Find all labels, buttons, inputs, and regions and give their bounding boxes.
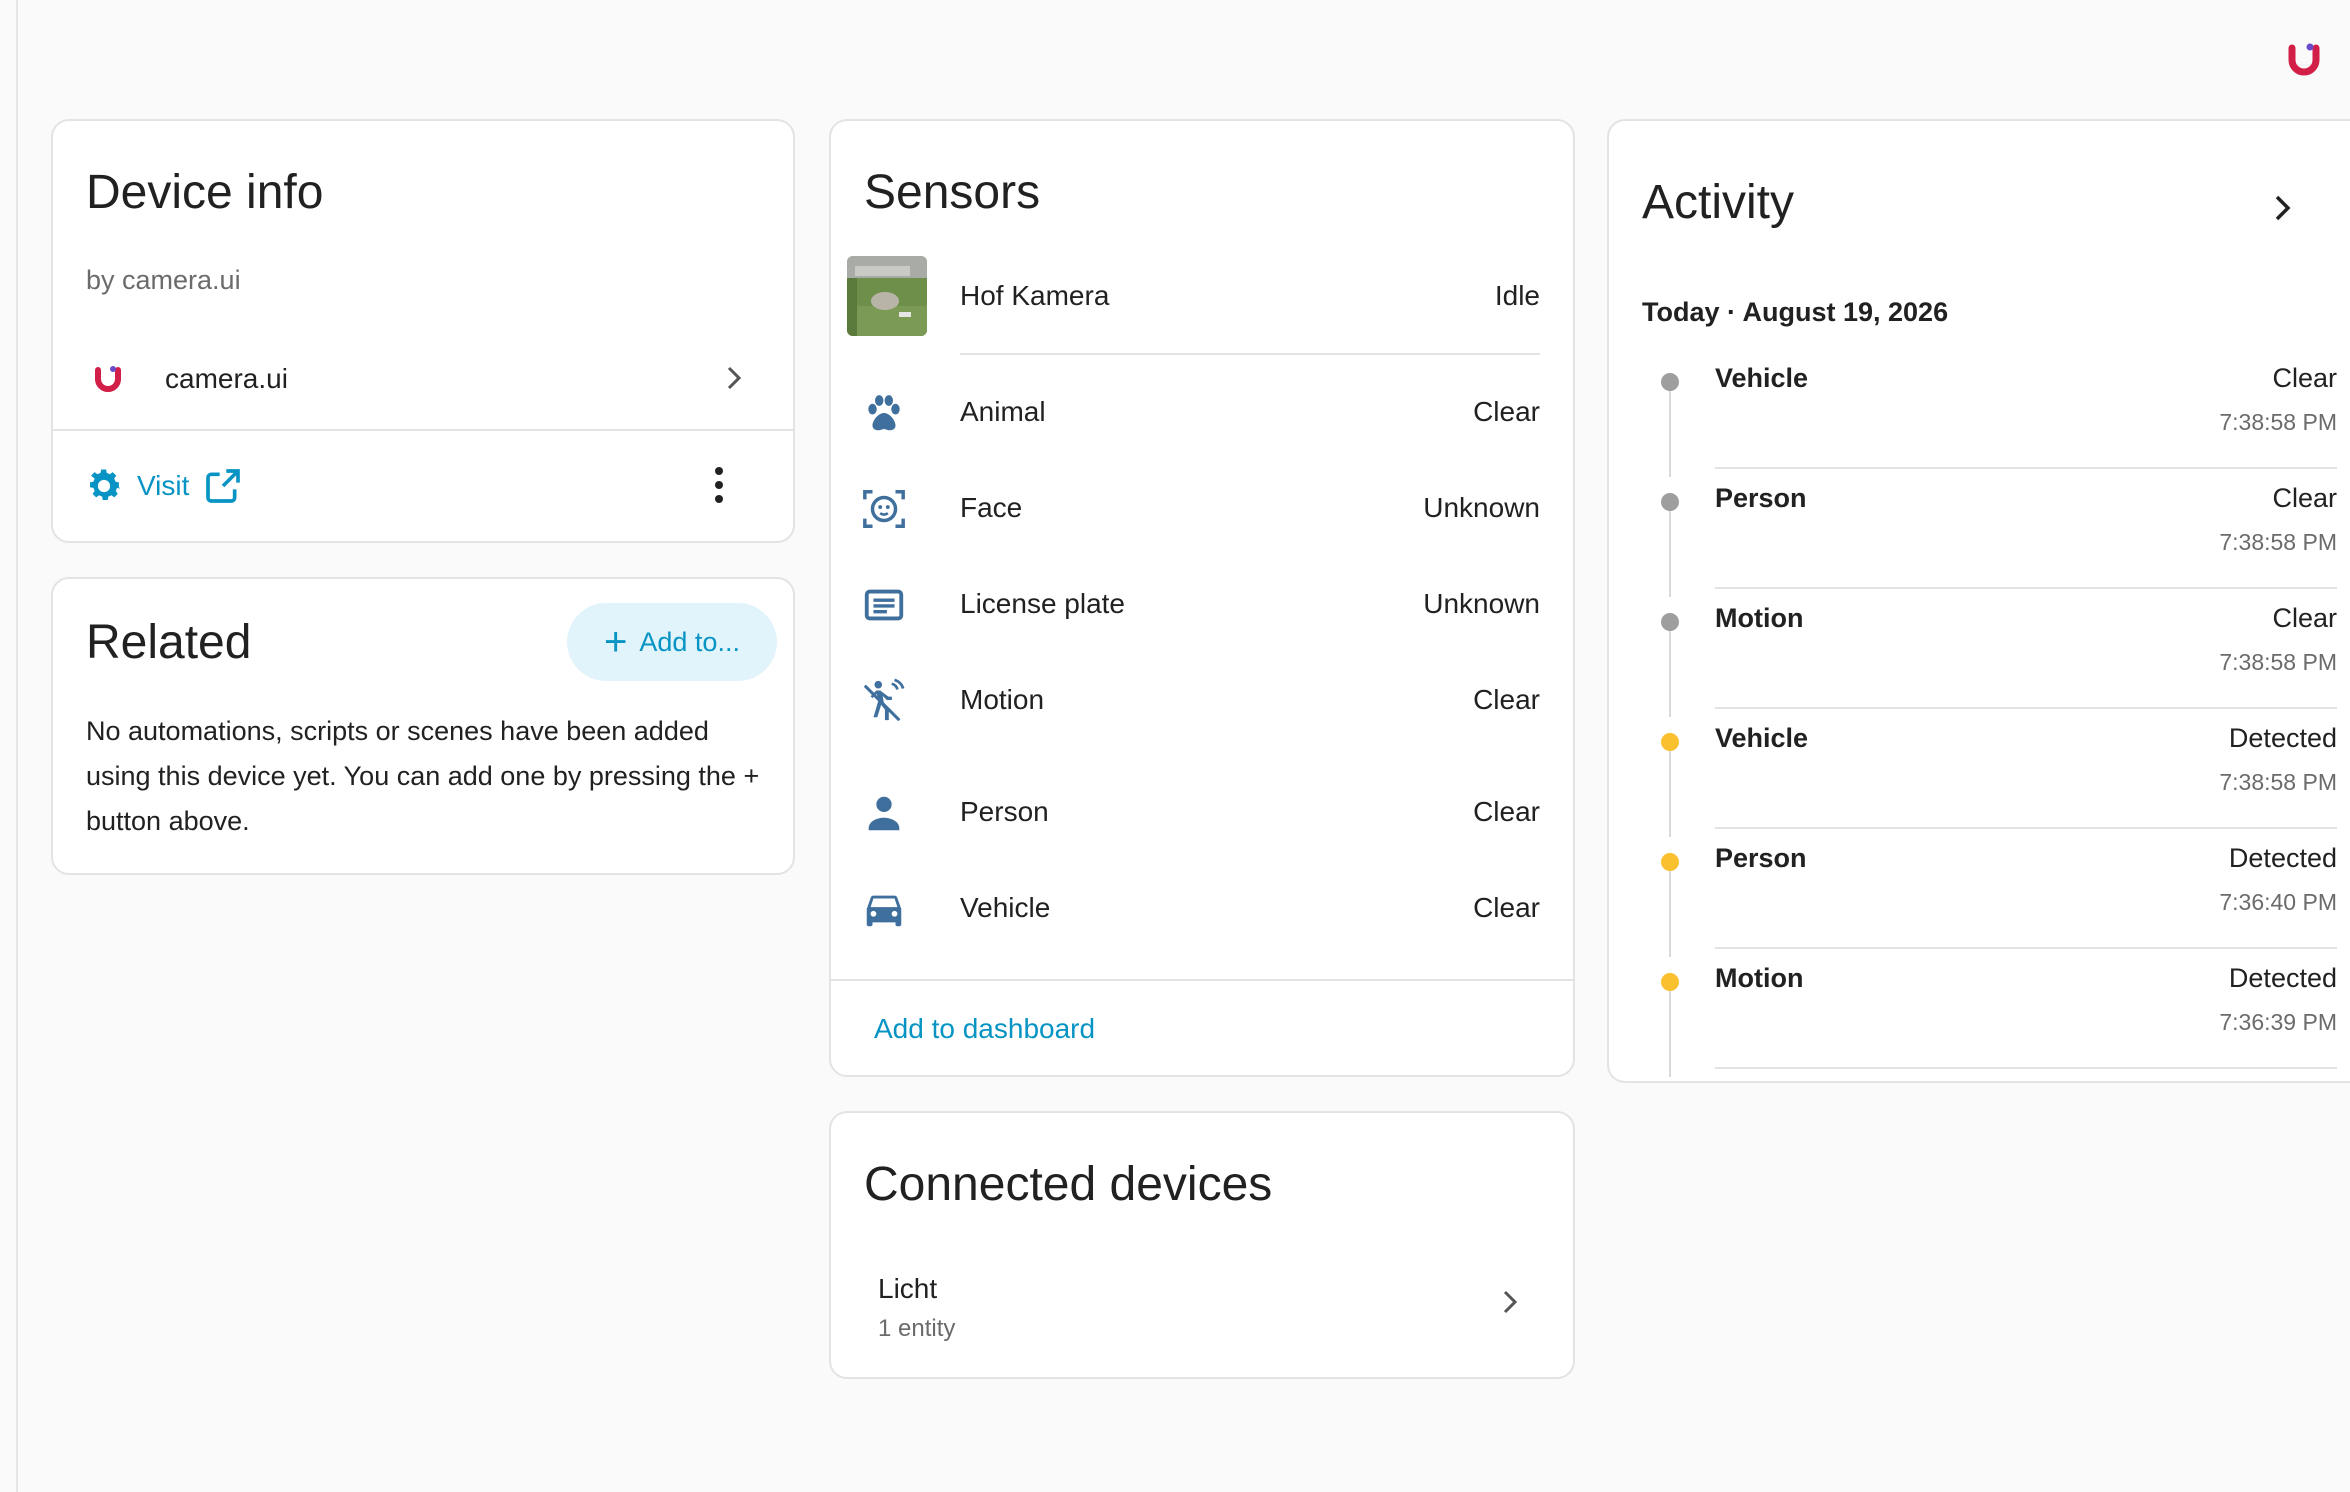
camera-thumbnail	[847, 256, 927, 336]
sensor-state: Idle	[1494, 280, 1540, 311]
event-divider	[1715, 707, 2337, 709]
add-to-button[interactable]: + Add to...	[567, 603, 777, 681]
card-divider	[53, 429, 793, 431]
sensor-name: Hof Kamera	[960, 280, 1110, 311]
event-time: 7:38:58 PM	[2219, 769, 2337, 795]
card-divider	[831, 979, 1573, 981]
sensors-title: Sensors	[864, 166, 1041, 219]
card-text-icon	[864, 589, 904, 621]
event-state: Detected	[2228, 723, 2337, 753]
activity-event[interactable]: Vehicle Clear 7:38:58 PM	[1609, 357, 2350, 477]
connected-devices-title: Connected devices	[864, 1158, 1273, 1211]
sensor-row-vehicle[interactable]: Vehicle Clear	[831, 868, 1573, 948]
sensor-name: Person	[960, 796, 1049, 827]
event-name: Vehicle	[1715, 723, 1809, 753]
sensor-name: Motion	[960, 684, 1045, 715]
sensor-name: Animal	[960, 396, 1046, 427]
sidebar-edge	[16, 0, 18, 1492]
event-name: Motion	[1715, 603, 1804, 633]
gear-icon	[90, 469, 121, 500]
activity-event[interactable]: Vehicle Detected 7:38:58 PM	[1609, 717, 2350, 837]
activity-date: Today · August 19, 2026	[1642, 297, 1949, 327]
sensor-name: License plate	[960, 588, 1126, 619]
chevron-right-icon[interactable]	[2265, 191, 2299, 225]
connected-device-name: Licht	[878, 1273, 938, 1304]
integration-name: camera.ui	[165, 363, 288, 394]
face-recognition-icon	[863, 490, 905, 528]
event-divider	[1715, 467, 2337, 469]
sensor-state: Clear	[1473, 684, 1540, 715]
activity-event[interactable]: Person Clear 7:38:58 PM	[1609, 477, 2350, 597]
event-state: Detected	[2228, 843, 2337, 873]
event-time: 7:36:40 PM	[2219, 889, 2337, 915]
event-state: Clear	[2272, 603, 2337, 633]
open-in-new-icon	[206, 469, 241, 503]
add-to-dashboard-button[interactable]: Add to dashboard	[874, 1013, 1095, 1045]
sensor-row-license-plate[interactable]: License plate Unknown	[831, 564, 1573, 644]
sensor-state: Clear	[1473, 892, 1540, 923]
sensors-card: Sensors Hof Kamera Idle Animal Clear Fac…	[829, 119, 1575, 1077]
sensor-row-animal[interactable]: Animal Clear	[831, 372, 1573, 452]
sensor-divider	[960, 353, 1540, 355]
related-title: Related	[86, 616, 252, 669]
related-card: Related + Add to... No automations, scri…	[51, 577, 795, 875]
event-state: Detected	[2228, 963, 2337, 993]
sensor-row-person[interactable]: Person Clear	[831, 772, 1573, 852]
event-time: 7:36:39 PM	[2219, 1009, 2337, 1035]
sensor-state: Clear	[1473, 396, 1540, 427]
event-time: 7:38:58 PM	[2219, 649, 2337, 675]
event-divider	[1715, 947, 2337, 949]
sensor-state: Unknown	[1423, 492, 1540, 523]
status-dot	[1661, 973, 1679, 991]
more-vertical-icon[interactable]	[713, 465, 725, 505]
status-dot	[1661, 373, 1679, 391]
manufacturer-line: by camera.ui	[86, 265, 241, 295]
motion-sensor-icon	[863, 678, 905, 722]
status-dot	[1661, 853, 1679, 871]
visit-label: Visit	[137, 470, 190, 501]
connected-device-entity-count: 1 entity	[878, 1315, 956, 1342]
plus-icon: +	[604, 620, 628, 664]
paw-icon	[868, 395, 900, 431]
event-name: Vehicle	[1715, 363, 1809, 393]
person-icon	[868, 796, 900, 831]
connected-devices-card: Connected devices Licht 1 entity	[829, 1111, 1575, 1379]
device-info-title: Device info	[86, 166, 324, 219]
activity-title: Activity	[1642, 176, 1795, 229]
event-name: Person	[1715, 843, 1807, 873]
camera-ui-logo-icon	[95, 366, 121, 392]
sensor-row-camera[interactable]: Hof Kamera Idle	[831, 256, 1573, 336]
sensor-name: Vehicle	[960, 892, 1051, 923]
event-divider	[1715, 827, 2337, 829]
sensor-state: Clear	[1473, 796, 1540, 827]
event-state: Clear	[2272, 363, 2337, 393]
event-divider	[1715, 1067, 2337, 1069]
sensor-row-face[interactable]: Face Unknown	[831, 468, 1573, 548]
sensor-state: Unknown	[1423, 588, 1540, 619]
car-icon	[866, 895, 902, 927]
device-info-card: Device info by camera.ui camera.ui Visit	[51, 119, 795, 543]
status-dot	[1661, 733, 1679, 751]
status-dot	[1661, 613, 1679, 631]
event-state: Clear	[2272, 483, 2337, 513]
activity-card: Activity Today · August 19, 2026 Vehicle…	[1607, 119, 2350, 1083]
chevron-right-icon	[1503, 1290, 1518, 1314]
activity-event[interactable]: Person Detected 7:36:40 PM	[1609, 837, 2350, 957]
camera-ui-logo-icon[interactable]	[2286, 40, 2322, 76]
related-empty-text: No automations, scripts or scenes have b…	[86, 716, 760, 836]
event-time: 7:38:58 PM	[2219, 409, 2337, 435]
event-time: 7:38:58 PM	[2219, 529, 2337, 555]
event-name: Person	[1715, 483, 1807, 513]
visit-link[interactable]: Visit	[83, 465, 243, 507]
integration-row[interactable]: camera.ui	[53, 343, 793, 421]
status-dot	[1661, 493, 1679, 511]
event-divider	[1715, 587, 2337, 589]
activity-event[interactable]: Motion Detected 7:36:39 PM	[1609, 957, 2350, 1077]
add-to-label: Add to...	[639, 626, 740, 657]
event-name: Motion	[1715, 963, 1804, 993]
sensor-name: Face	[960, 492, 1023, 523]
chevron-right-icon	[727, 366, 742, 390]
sensor-row-motion[interactable]: Motion Clear	[831, 660, 1573, 740]
activity-event[interactable]: Motion Clear 7:38:58 PM	[1609, 597, 2350, 717]
